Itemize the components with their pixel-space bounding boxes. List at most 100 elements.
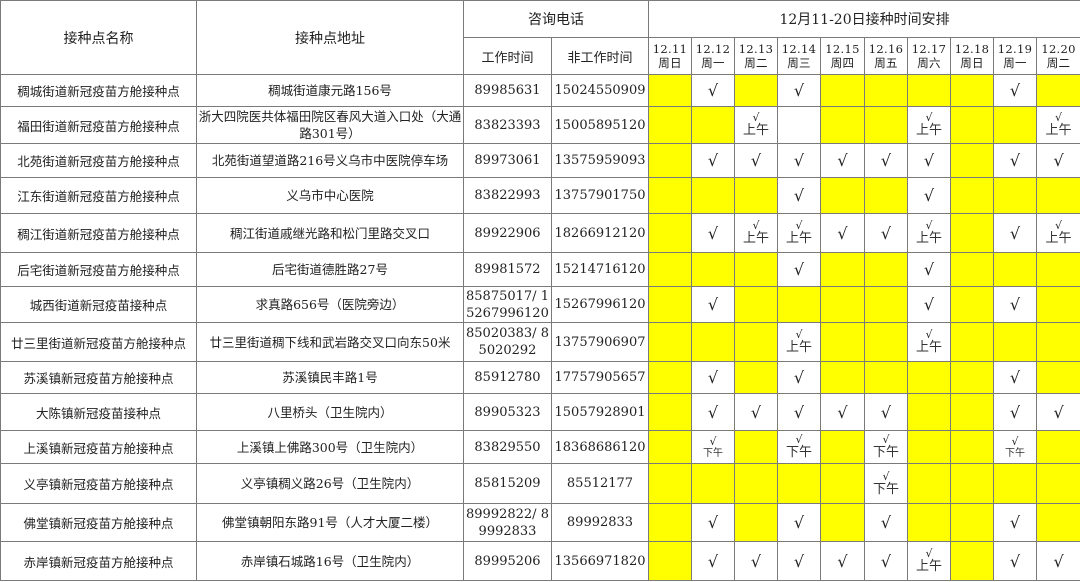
schedule-cell-closed [907,463,951,504]
check-icon: √ [707,402,719,422]
check-icon: √ [750,551,762,571]
schedule-cell-open: √ [820,393,865,431]
schedule-cell-closed [864,361,908,394]
check-icon: √ [1053,151,1064,170]
phone-work-hours: 85875017/ 15267996120 [463,286,552,323]
schedule-cell-closed [907,393,951,431]
phone-work-hours: 85912780 [463,361,552,394]
site-name: 赤岸镇新冠疫苗方舱接种点 [0,541,197,581]
table-row: 义亭镇新冠疫苗方舱接种点 义亭镇稠义路26号（卫生院内） 85815209 85512… [0,463,1080,504]
schedule-cell-open: √ [777,74,821,107]
phone-work-hours: 89905323 [463,393,552,431]
schedule-cell-open: √ [993,74,1037,107]
phone-work-hours: 89922906 [463,213,552,253]
schedule-cell-open: √ [691,286,735,323]
check-icon: √ [709,434,717,448]
schedule-cell-closed [648,286,692,323]
weekday-label: 周三 [787,56,811,70]
schedule-cell-open: √ 上午 [907,541,951,581]
table-row: 稠江街道新冠疫苗方舱接种点 稠江街道戚继光路和松门里路交叉口 89922906 182… [0,213,1080,253]
schedule-cell-open: √ [820,541,865,581]
site-address: 后宅街道德胜路27号 [196,252,464,287]
check-icon: √ [793,402,805,422]
date-label: 12.12 [695,42,731,56]
phone-off-hours: 13757906907 [551,322,649,362]
phone-work-hours: 83822993 [463,177,552,214]
table-row: 上溪镇新冠疫苗方舱接种点 上溪镇上佛路300号（卫生院内） 83829550 1836… [0,430,1080,464]
schedule-cell-open: √ [777,503,821,542]
weekday-label: 周二 [744,56,768,70]
schedule-cell-closed [648,143,692,178]
table-row: 廿三里街道新冠疫苗方舱接种点 廿三里街道稠下线和武岩路交叉口向东50米 850203… [0,322,1080,362]
check-icon: √ [793,513,805,532]
phone-off-hours: 15005895120 [551,106,649,144]
afternoon-note: 下午 [1005,447,1025,459]
check-icon: √ [793,551,805,571]
check-icon: √ [880,513,892,532]
date-label: 12.13 [738,42,774,56]
schedule-cell-closed [907,74,951,107]
check-icon: √ [1011,434,1019,448]
phone-off-hours: 15024550909 [551,74,649,107]
check-icon: √ [837,151,848,170]
schedule-cell-open: √ [993,503,1037,542]
site-address: 义亭镇稠义路26号（卫生院内） [196,463,464,504]
schedule-cell-open: √ [1035,143,1080,178]
schedule-cell-open: √ [777,143,821,178]
schedule-cell-closed [648,393,692,431]
check-icon: √ [707,223,719,243]
schedule-cell-closed [777,286,821,323]
schedule-cell-closed [950,430,994,464]
check-icon: √ [707,81,719,100]
site-name: 苏溪镇新冠疫苗方舱接种点 [0,361,197,394]
site-address: 求真路656号（医院旁边） [196,286,464,323]
table-row: 城西街道新冠疫苗接种点 求真路656号（医院旁边） 85875017/ 152679… [0,286,1080,323]
schedule-cell-closed [648,322,692,362]
phone-off-hours: 18266912120 [551,213,649,253]
phone-work-hours: 89973061 [463,143,552,178]
schedule-cell-open: √ [691,213,735,253]
check-icon: √ [880,551,892,571]
schedule-cell-open: √ [993,361,1037,394]
schedule-cell-closed [820,252,865,287]
site-name: 江东街道新冠疫苗方舱接种点 [0,177,197,214]
schedule-cell-open: √ [734,393,778,431]
schedule-cell-closed [820,430,865,464]
weekday-label: 周二 [1046,56,1071,70]
schedule-cell-closed [993,106,1037,144]
check-icon: √ [1009,151,1021,170]
schedule-cell-open: √ [691,361,735,394]
schedule-cell-open: √ 上午 [1035,213,1080,253]
schedule-cell-open: √ [993,213,1037,253]
schedule-cell-open: √ 下午 [691,430,735,464]
schedule-cell-closed [1035,74,1080,107]
date-header: 12.12 周一 [691,37,735,75]
schedule-cell-closed [1035,430,1080,464]
schedule-cell-closed [1035,252,1080,287]
phone-work-hours: 89981572 [463,252,552,287]
schedule-cell-closed [648,177,692,214]
check-icon: √ [707,151,719,170]
schedule-cell-closed [691,252,735,287]
check-icon: √ [793,186,805,205]
header-row-1: 接种点名称 接种点地址 咨询电话 12月11-20日接种时间安排 [0,0,1080,75]
weekday-label: 周四 [830,56,855,70]
header-phone-off-hours: 非工作时间 [551,37,649,75]
morning-note: 上午 [915,231,942,246]
schedule-cell-closed [820,322,865,362]
weekday-label: 周一 [701,56,725,70]
check-icon: √ [1009,551,1021,571]
check-icon: √ [1009,402,1021,422]
phone-work-hours: 85815209 [463,463,552,504]
schedule-cell-open: √ [691,143,735,178]
schedule-cell-open: √ [993,286,1037,323]
schedule-cell-open: √ [691,503,735,542]
check-icon: √ [707,295,719,314]
schedule-cell-open: √ [993,541,1037,581]
date-header: 12.16 周五 [864,37,908,75]
site-name: 大陈镇新冠疫苗接种点 [0,393,197,431]
check-icon: √ [1009,223,1021,243]
schedule-cell-open: √ [691,393,735,431]
site-name: 廿三里街道新冠疫苗方舱接种点 [0,322,197,362]
schedule-cell-closed [691,322,735,362]
